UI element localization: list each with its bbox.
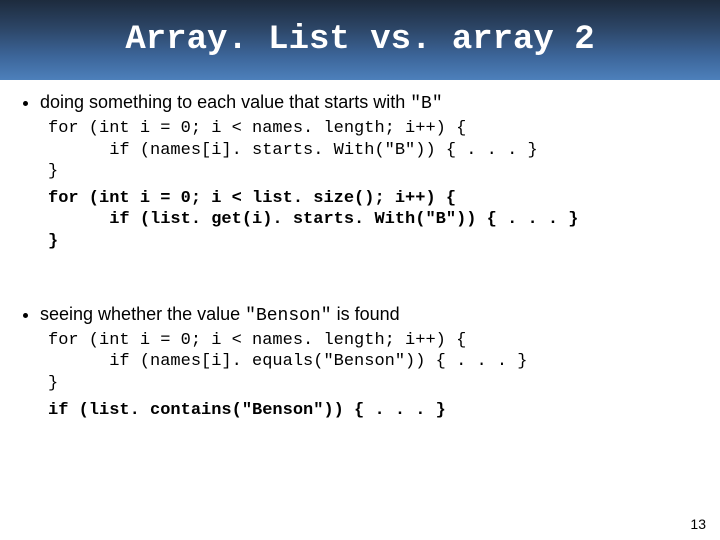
bullet-1-code: "B" [410, 94, 442, 114]
bullet-2-text-post: is found [332, 304, 400, 324]
code-block-3: for (int i = 0; i < names. length; i++) … [48, 330, 698, 394]
bullet-2-code: "Benson" [245, 306, 331, 326]
slide-title: Array. List vs. array 2 [125, 21, 594, 59]
code-block-4: if (list. contains("Benson")) { . . . } [48, 400, 698, 421]
slide-content: doing something to each value that start… [0, 80, 720, 433]
title-bar: Array. List vs. array 2 [0, 0, 720, 80]
bullet-2: seeing whether the value "Benson" is fou… [40, 302, 698, 328]
spacer [22, 258, 698, 302]
slide: Array. List vs. array 2 doing something … [0, 0, 720, 540]
page-number: 13 [690, 516, 706, 532]
bullet-2-text-pre: seeing whether the value [40, 304, 245, 324]
code-block-2: for (int i = 0; i < list. size(); i++) {… [48, 188, 698, 252]
bullet-list-1: doing something to each value that start… [22, 90, 698, 116]
code-block-1: for (int i = 0; i < names. length; i++) … [48, 118, 698, 182]
bullet-list-2: seeing whether the value "Benson" is fou… [22, 302, 698, 328]
bullet-1-text: doing something to each value that start… [40, 92, 410, 112]
bullet-1: doing something to each value that start… [40, 90, 698, 116]
